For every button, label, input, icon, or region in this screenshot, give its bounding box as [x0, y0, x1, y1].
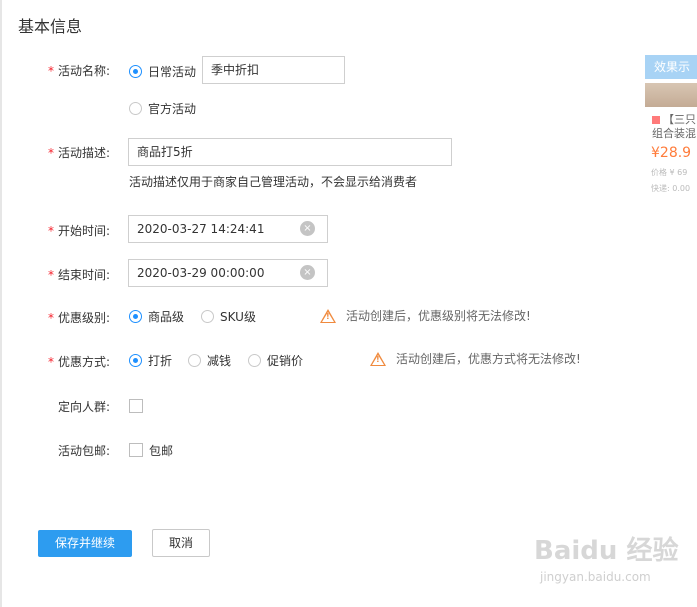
page-border — [0, 0, 2, 607]
radio-dot — [129, 65, 142, 78]
end-time-input[interactable]: 2020-03-29 00:00:00 — [128, 259, 328, 287]
start-time-label-text: 开始时间: — [57, 224, 110, 238]
activity-name-label-text: 活动名称: — [57, 64, 110, 78]
radio-discount[interactable]: 打折 — [129, 352, 172, 369]
section-title: 基本信息 — [18, 17, 83, 36]
radio-sku-level[interactable]: SKU级 — [201, 308, 256, 325]
preview-product-image — [645, 83, 697, 107]
radio-dot — [129, 102, 142, 115]
cancel-button[interactable]: 取消 — [152, 529, 210, 557]
radio-label: 促销价 — [267, 354, 304, 368]
radio-daily-activity[interactable]: 日常活动 — [129, 63, 196, 80]
preview-title: 效果示 — [645, 55, 697, 79]
warning-triangle-icon — [370, 351, 386, 366]
end-time-label: * 结束时间: — [0, 266, 110, 283]
discount-level-label: * 优惠级别: — [0, 309, 110, 326]
radio-label: 官方活动 — [148, 102, 197, 116]
save-continue-button[interactable]: 保存并继续 — [38, 530, 132, 557]
radio-label: 打折 — [148, 354, 173, 368]
target-crowd-label-text: 定向人群: — [57, 400, 110, 414]
free-shipping-checkbox[interactable] — [129, 443, 143, 457]
radio-label: 日常活动 — [148, 65, 197, 79]
preview-product-name: 【三只 组合装混 — [652, 113, 696, 141]
discount-level-warning: 活动创建后，优惠级别将无法修改! — [320, 307, 531, 324]
activity-name-input[interactable]: 季中折扣 — [202, 56, 345, 84]
free-shipping-label: 活动包邮: — [0, 442, 110, 459]
required-mark: * — [47, 311, 54, 325]
baidu-watermark: Baidu 经验 — [534, 536, 679, 566]
radio-dot — [188, 354, 201, 367]
baidu-watermark-url: jingyan.baidu.com — [540, 570, 651, 584]
radio-label: SKU级 — [220, 310, 256, 324]
warning-text: 活动创建后，优惠方式将无法修改! — [396, 352, 581, 366]
preview-name-line1: 【三只 — [663, 113, 696, 126]
radio-dot — [129, 310, 142, 323]
radio-dot — [129, 354, 142, 367]
activity-desc-input[interactable]: 商品打5折 — [128, 138, 452, 166]
effect-preview-panel: 效果示 【三只 组合装混 ¥28.9 价格 ¥ 69 快递: 0.00 — [645, 55, 697, 215]
activity-desc-label: * 活动描述: — [0, 144, 110, 161]
discount-type-warning: 活动创建后，优惠方式将无法修改! — [370, 350, 581, 367]
free-shipping-option-label: 包邮 — [149, 444, 174, 458]
warning-text: 活动创建后，优惠级别将无法修改! — [346, 309, 531, 323]
preview-shipping: 快递: 0.00 — [651, 184, 691, 193]
end-time-label-text: 结束时间: — [57, 268, 110, 282]
activity-desc-label-text: 活动描述: — [57, 146, 110, 160]
radio-dot — [201, 310, 214, 323]
discount-type-label-text: 优惠方式: — [57, 355, 110, 369]
discount-level-label-text: 优惠级别: — [57, 311, 110, 325]
radio-reduce-money[interactable]: 减钱 — [188, 352, 231, 369]
required-mark: * — [47, 146, 54, 160]
start-time-label: * 开始时间: — [0, 222, 110, 239]
radio-promo-price[interactable]: 促销价 — [248, 352, 303, 369]
preview-original-price: 价格 ¥ 69 — [651, 168, 688, 177]
radio-label: 减钱 — [207, 354, 232, 368]
tmall-tag-icon — [652, 116, 660, 124]
discount-type-label: * 优惠方式: — [0, 353, 110, 370]
preview-name-line2: 组合装混 — [652, 127, 696, 140]
target-crowd-checkbox[interactable] — [129, 399, 143, 413]
radio-dot — [248, 354, 261, 367]
close-circle-icon[interactable]: × — [300, 265, 315, 280]
radio-official-activity[interactable]: 官方活动 — [129, 100, 196, 117]
radio-label: 商品级 — [148, 310, 185, 324]
radio-product-level[interactable]: 商品级 — [129, 308, 184, 325]
activity-desc-hint: 活动描述仅用于商家自己管理活动，不会显示给消费者 — [129, 175, 418, 189]
start-time-input[interactable]: 2020-03-27 14:24:41 — [128, 215, 328, 243]
activity-name-label: * 活动名称: — [0, 62, 110, 79]
close-circle-icon[interactable]: × — [300, 221, 315, 236]
required-mark: * — [47, 224, 54, 238]
required-mark: * — [47, 64, 54, 78]
required-mark: * — [47, 268, 54, 282]
free-shipping-label-text: 活动包邮: — [57, 444, 110, 458]
preview-price: ¥28.9 — [651, 145, 692, 161]
required-mark: * — [47, 355, 54, 369]
warning-triangle-icon — [320, 308, 336, 323]
target-crowd-label: 定向人群: — [0, 398, 110, 415]
